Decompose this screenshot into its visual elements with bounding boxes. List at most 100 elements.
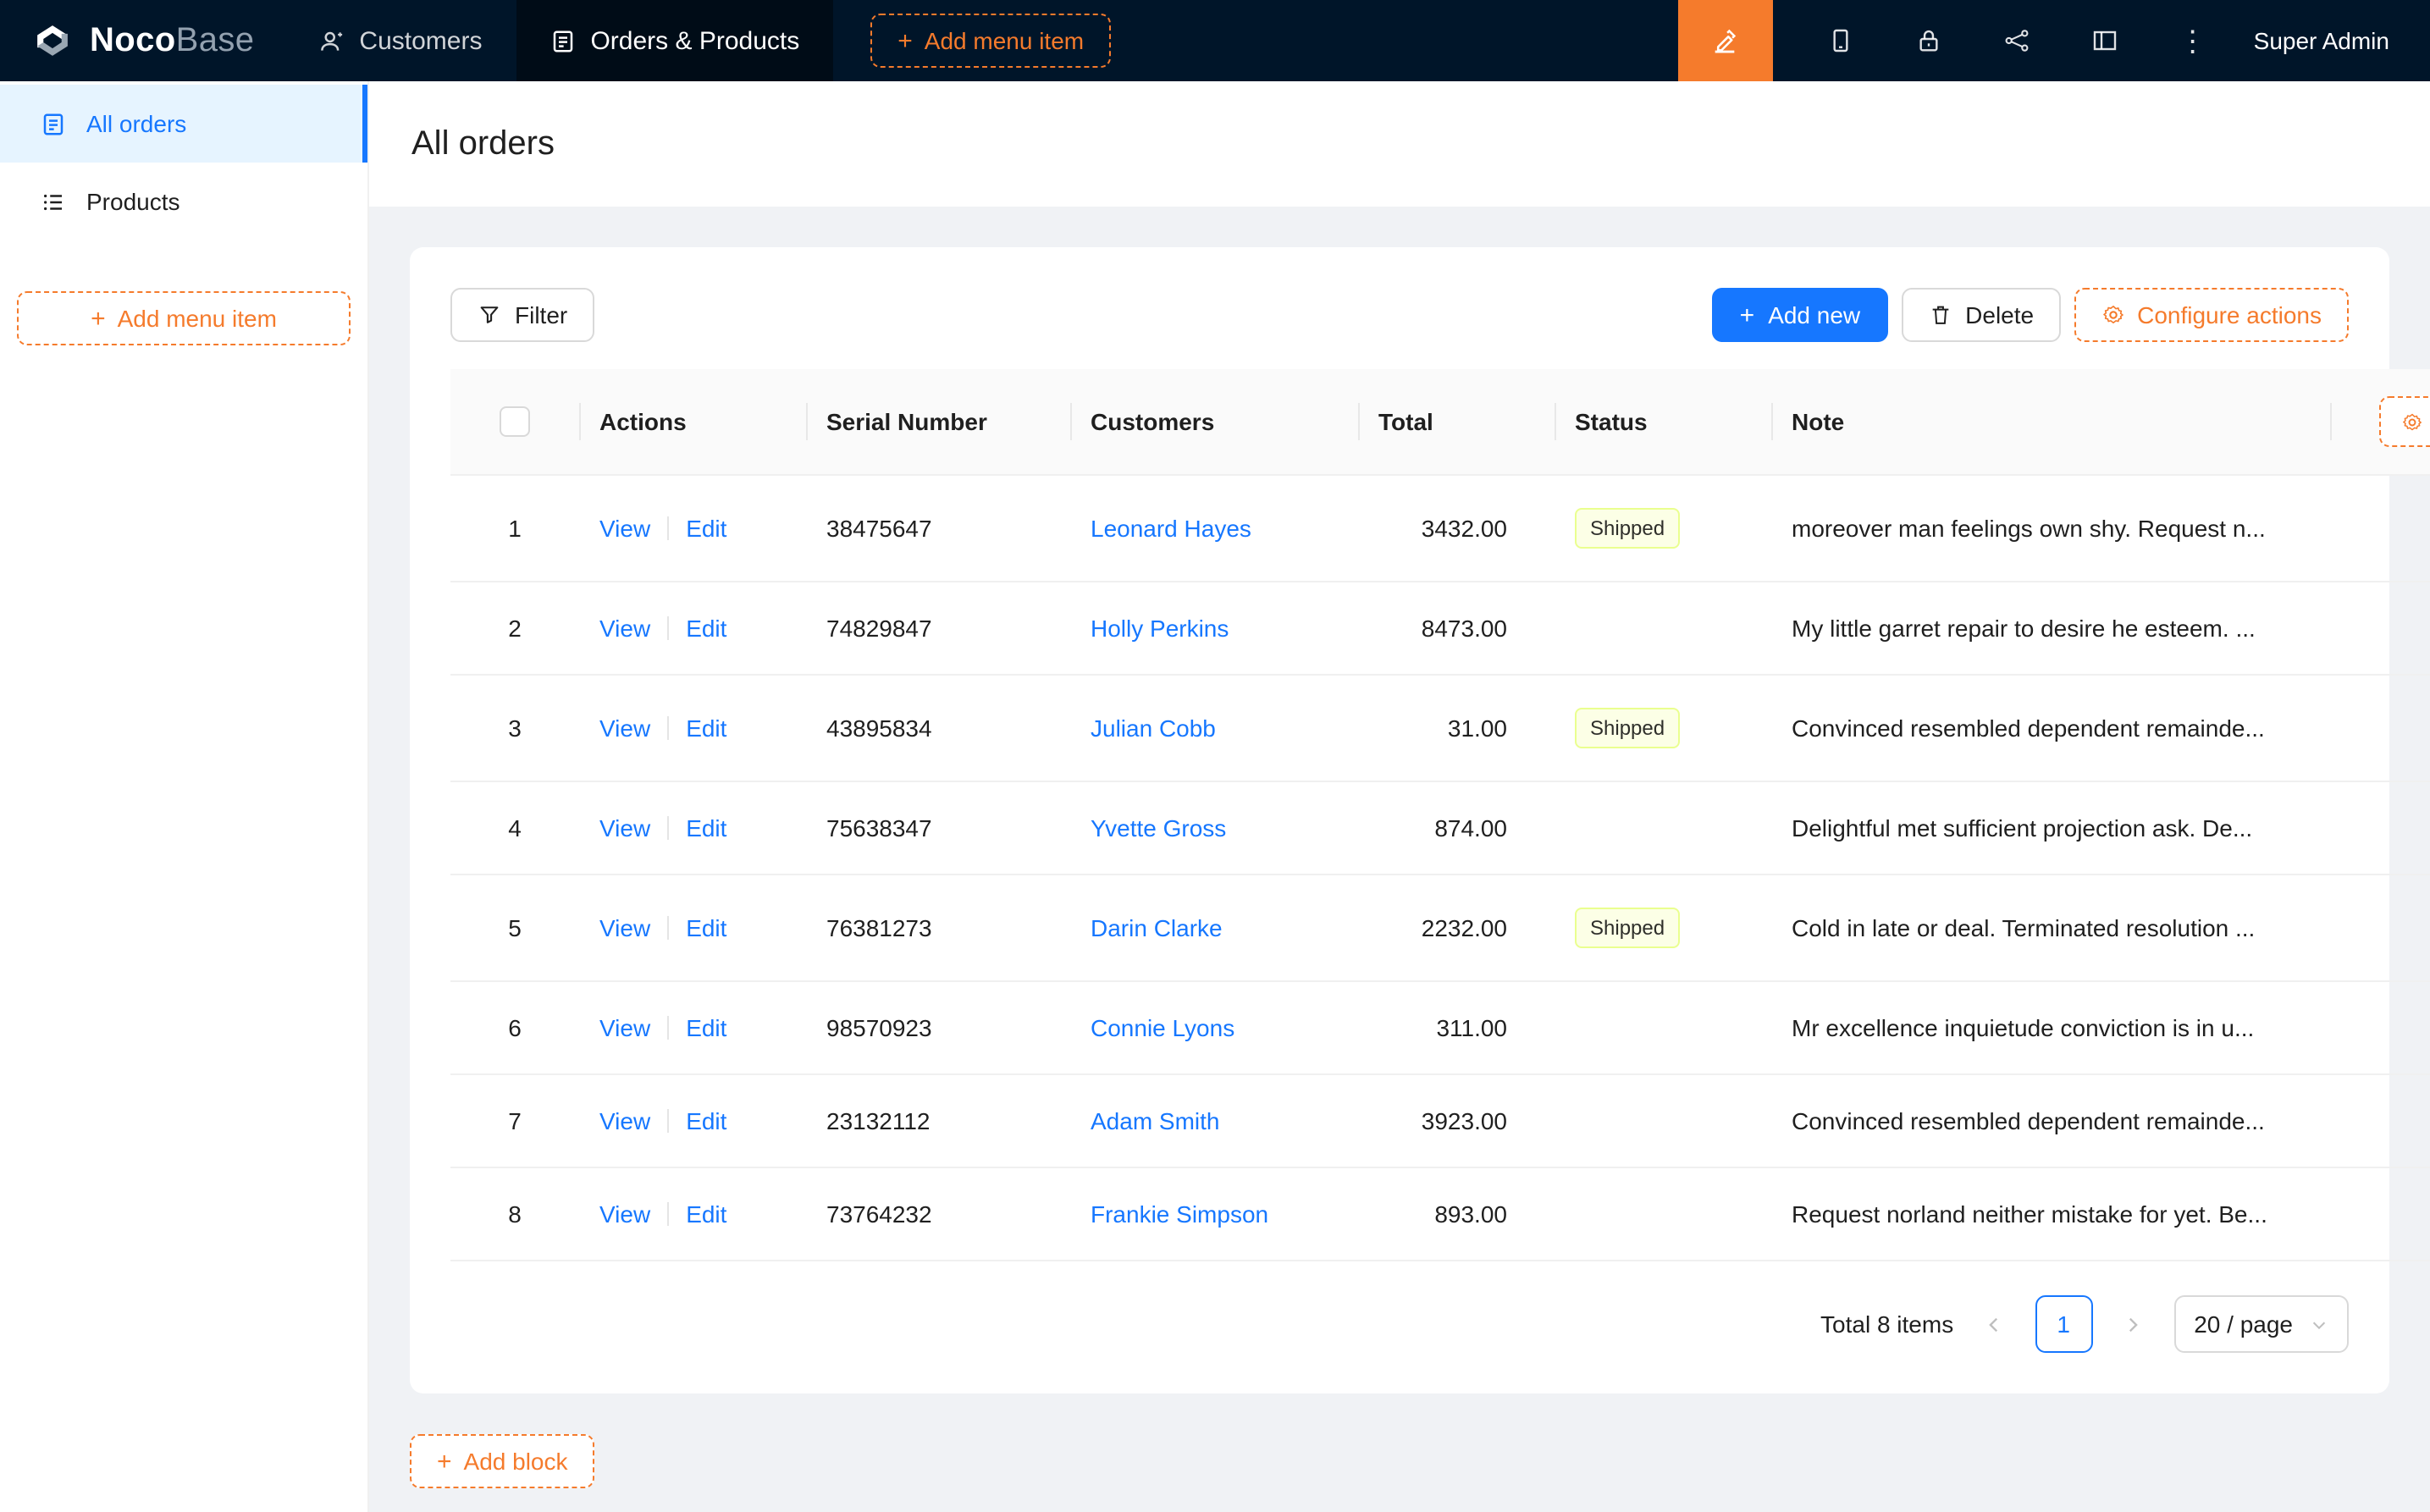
plus-icon: + — [897, 28, 913, 53]
nocobase-logo[interactable]: NocoBase — [0, 0, 284, 81]
orders-products-icon — [550, 28, 575, 53]
add-menu-item-button-sidebar[interactable]: + Add menu item — [17, 291, 351, 345]
edit-link[interactable]: Edit — [686, 1107, 726, 1134]
table-row[interactable]: 6 ViewEdit 98570923 Connie Lyons 311.00 … — [450, 981, 2430, 1074]
select-all-checkbox[interactable] — [500, 406, 530, 437]
trash-icon — [1928, 303, 1952, 327]
table-row[interactable]: 7 ViewEdit 23132112 Adam Smith 3923.00 C… — [450, 1074, 2430, 1167]
total-cell: 3432.00 — [1358, 475, 1555, 582]
top-header: NocoBase Customers Orders & Products + A… — [0, 0, 2430, 81]
mobile-button[interactable] — [1797, 0, 1885, 81]
total-cell: 31.00 — [1358, 675, 1555, 781]
view-link[interactable]: View — [599, 1014, 650, 1041]
note-cell: Request norland neither mistake for yet.… — [1771, 1167, 2330, 1261]
prev-page-button[interactable] — [1967, 1297, 2021, 1351]
table-row[interactable]: 4 ViewEdit 75638347 Yvette Gross 874.00 … — [450, 781, 2430, 875]
customer-link[interactable]: Julian Cobb — [1091, 715, 1216, 742]
row-index: 7 — [450, 1074, 579, 1167]
page-size-select[interactable]: 20 / page — [2173, 1295, 2349, 1353]
view-link[interactable]: View — [599, 814, 650, 842]
sidebar-item-all-orders[interactable]: All orders — [0, 85, 367, 163]
user-menu[interactable]: Super Admin — [2237, 0, 2430, 81]
view-link[interactable]: View — [599, 914, 650, 941]
nav-customers[interactable]: Customers — [284, 0, 516, 81]
serial-number-cell: 76381273 — [806, 875, 1070, 981]
brand-bold: Noco — [90, 21, 176, 58]
top-nav: Customers Orders & Products + Add menu i… — [284, 0, 1111, 81]
edit-link[interactable]: Edit — [686, 1200, 726, 1228]
edit-link[interactable]: Edit — [686, 615, 726, 642]
page-size-value: 20 / page — [2194, 1311, 2293, 1338]
view-link[interactable]: View — [599, 515, 650, 542]
view-link[interactable]: View — [599, 615, 650, 642]
configure-columns-button[interactable]: Configure columns — [2380, 396, 2430, 447]
customer-link[interactable]: Darin Clarke — [1091, 914, 1223, 941]
edit-link[interactable]: Edit — [686, 515, 726, 542]
nav-orders-products-label: Orders & Products — [590, 26, 799, 55]
filter-icon — [478, 303, 501, 327]
delete-label: Delete — [1965, 301, 2034, 328]
view-link[interactable]: View — [599, 715, 650, 742]
table-row[interactable]: 5 ViewEdit 76381273 Darin Clarke 2232.00… — [450, 875, 2430, 981]
next-page-button[interactable] — [2106, 1297, 2160, 1351]
filter-label: Filter — [515, 301, 567, 328]
filter-button[interactable]: Filter — [450, 288, 594, 342]
nocobase-logo-icon — [30, 19, 75, 63]
note-cell: moreover man feelings own shy. Request n… — [1771, 475, 2330, 582]
highlighter-icon — [1711, 26, 1740, 55]
nav-orders-products[interactable]: Orders & Products — [516, 0, 833, 81]
add-menu-item-button-header[interactable]: + Add menu item — [870, 14, 1111, 68]
chevron-right-icon — [2123, 1315, 2142, 1333]
pagination: Total 8 items 1 — [450, 1295, 2349, 1353]
customer-link[interactable]: Connie Lyons — [1091, 1014, 1234, 1041]
row-index: 6 — [450, 981, 579, 1074]
layout-button[interactable] — [2061, 0, 2149, 81]
add-new-label: Add new — [1768, 301, 1860, 328]
delete-button[interactable]: Delete — [1901, 288, 2061, 342]
view-link[interactable]: View — [599, 1107, 650, 1134]
edit-link[interactable]: Edit — [686, 914, 726, 941]
chevron-down-icon — [2310, 1315, 2328, 1333]
total-cell: 8473.00 — [1358, 582, 1555, 675]
sidebar-all-orders-label: All orders — [86, 110, 186, 137]
column-header-total: Total — [1358, 369, 1555, 475]
table-row[interactable]: 8 ViewEdit 73764232 Frankie Simpson 893.… — [450, 1167, 2430, 1261]
orders-table-icon — [41, 111, 66, 136]
customer-link[interactable]: Leonard Hayes — [1091, 515, 1251, 542]
serial-number-cell: 98570923 — [806, 981, 1070, 1074]
add-new-button[interactable]: + Add new — [1713, 288, 1888, 342]
more-button[interactable]: ⋮ — [2149, 0, 2237, 81]
customer-link[interactable]: Yvette Gross — [1091, 814, 1226, 842]
page-title-bar: All orders — [369, 81, 2430, 207]
header-spacer — [1111, 0, 1678, 81]
action-divider — [667, 916, 669, 940]
total-cell: 3923.00 — [1358, 1074, 1555, 1167]
edit-link[interactable]: Edit — [686, 1014, 726, 1041]
ui-editor-button[interactable] — [1678, 0, 1773, 81]
note-cell: Convinced resembled dependent remainde..… — [1771, 675, 2330, 781]
add-block-button[interactable]: + Add block — [410, 1434, 595, 1488]
edit-link[interactable]: Edit — [686, 814, 726, 842]
view-link[interactable]: View — [599, 1200, 650, 1228]
note-cell: Delightful met sufficient projection ask… — [1771, 781, 2330, 875]
brand-light: Base — [176, 21, 255, 58]
customer-link[interactable]: Frankie Simpson — [1091, 1200, 1268, 1228]
table-row[interactable]: 2 ViewEdit 74829847 Holly Perkins 8473.0… — [450, 582, 2430, 675]
orders-table: Actions Serial Number Customers Total St… — [450, 369, 2430, 1261]
table-row[interactable]: 3 ViewEdit 43895834 Julian Cobb 31.00 Sh… — [450, 675, 2430, 781]
sidebar-item-products[interactable]: Products — [0, 163, 367, 240]
configure-actions-button[interactable]: Configure actions — [2074, 288, 2349, 342]
status-badge: Shipped — [1575, 508, 1680, 549]
table-row[interactable]: 1 ViewEdit 38475647 Leonard Hayes 3432.0… — [450, 475, 2430, 582]
plus-icon: + — [1740, 302, 1755, 328]
table-toolbar: Filter + Add new Delete — [450, 288, 2349, 342]
gear-icon — [2402, 411, 2424, 433]
page-number[interactable]: 1 — [2035, 1295, 2092, 1353]
customer-link[interactable]: Adam Smith — [1091, 1107, 1220, 1134]
api-button[interactable] — [1973, 0, 2061, 81]
edit-link[interactable]: Edit — [686, 715, 726, 742]
auth-button[interactable] — [1885, 0, 1973, 81]
column-header-customers: Customers — [1070, 369, 1358, 475]
customer-link[interactable]: Holly Perkins — [1091, 615, 1229, 642]
lock-icon — [1915, 27, 1942, 54]
